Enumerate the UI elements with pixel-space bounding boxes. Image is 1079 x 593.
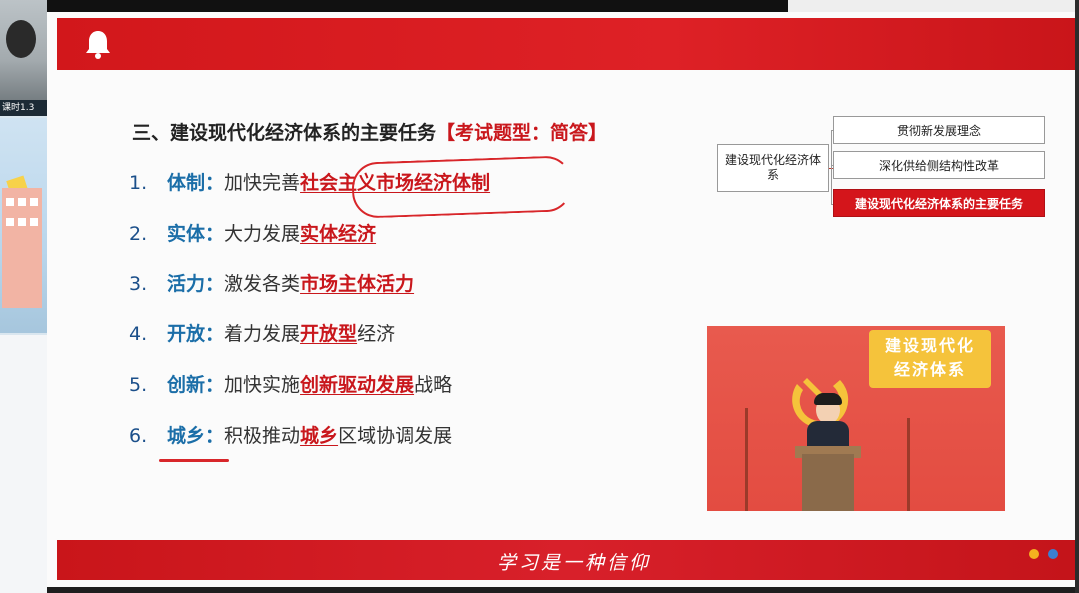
item-text: 加快完善 — [224, 172, 301, 194]
side-panel: 课时1.3 — [0, 0, 47, 593]
illustration-image: 建设现代化 经济体系 — [707, 326, 1005, 511]
presenter-silhouette — [6, 20, 36, 58]
item-text: 积极推动 — [224, 425, 301, 447]
annotation-underline — [159, 459, 229, 462]
item-number: 6. — [129, 425, 148, 447]
podium — [802, 454, 854, 511]
item-keyword: 城乡 — [167, 425, 206, 447]
mindmap-node-active: 建设现代化经济体系的主要任务 — [833, 189, 1045, 217]
window-shape — [6, 218, 14, 226]
speaker-hair — [814, 393, 842, 405]
item-suffix: 区域协调发展 — [338, 425, 453, 447]
heading-text: 三、建设现代化经济体系的主要任务 — [132, 122, 437, 144]
footer-logo — [1026, 549, 1061, 559]
slide-heading: 三、建设现代化经济体系的主要任务【考试题型：简答】 — [132, 118, 607, 145]
flag-pole — [745, 408, 748, 511]
item-number: 2. — [129, 223, 148, 245]
item-separator: ： — [205, 273, 225, 295]
illustration-caption: 建设现代化 经济体系 — [869, 330, 991, 388]
footer-slogan: 学习是一种信仰 — [497, 552, 652, 574]
webcam-caption: 课时1.3 — [0, 100, 47, 116]
item-text: 激发各类 — [224, 273, 301, 295]
item-number: 3. — [129, 273, 148, 295]
building-shape — [2, 188, 42, 308]
item-separator: ： — [205, 223, 225, 245]
item-separator: ： — [205, 172, 225, 194]
caption-line: 经济体系 — [893, 360, 966, 379]
item-suffix: 经济 — [357, 323, 396, 345]
presentation-slide: 三、建设现代化经济体系的主要任务【考试题型：简答】 1. 体制：加快完善社会主义市… — [47, 12, 1075, 587]
item-keyword: 活力 — [167, 273, 206, 295]
window-shape — [18, 218, 26, 226]
list-item: 6. 城乡：积极推动城乡区域协调发展 — [129, 422, 452, 450]
logo-icon — [1029, 549, 1040, 559]
item-highlight: 开放型 — [300, 323, 358, 345]
item-highlight: 城乡 — [300, 425, 339, 447]
mindmap-root: 建设现代化经济体系 — [717, 144, 829, 192]
top-right-frame — [788, 0, 1079, 12]
side-illustration — [0, 118, 47, 333]
item-separator: ： — [205, 425, 225, 447]
list-item: 2. 实体：大力发展实体经济 — [129, 220, 376, 248]
item-text: 着力发展 — [224, 323, 301, 345]
mindmap-node: 贯彻新发展理念 — [833, 116, 1045, 144]
window-shape — [18, 198, 26, 206]
webcam-video — [0, 0, 47, 110]
right-frame — [1075, 0, 1079, 593]
flag-pole — [907, 418, 910, 511]
list-item: 3. 活力：激发各类市场主体活力 — [129, 270, 414, 298]
item-separator: ： — [205, 374, 225, 396]
item-number: 1. — [129, 172, 148, 194]
item-highlight: 实体经济 — [300, 223, 377, 245]
window-shape — [6, 198, 14, 206]
window-shape — [30, 218, 38, 226]
item-highlight: 创新驱动发展 — [300, 374, 415, 396]
annotation-circle — [351, 155, 573, 219]
list-item: 4. 开放：着力发展开放型经济 — [129, 320, 395, 348]
item-keyword: 创新 — [167, 374, 206, 396]
side-blank — [0, 335, 47, 593]
slide-footer-bar: 学习是一种信仰 — [57, 540, 1075, 580]
list-item: 5. 创新：加快实施创新驱动发展战略 — [129, 371, 452, 399]
item-number: 4. — [129, 323, 148, 345]
bell-icon — [86, 31, 110, 59]
mindmap-node: 深化供给侧结构性改革 — [833, 151, 1045, 179]
item-keyword: 开放 — [167, 323, 206, 345]
item-highlight: 市场主体活力 — [300, 273, 415, 295]
caption-line: 建设现代化 — [884, 336, 975, 355]
item-separator: ： — [205, 323, 225, 345]
mindmap-connector — [831, 130, 832, 205]
item-text: 加快实施 — [224, 374, 301, 396]
item-keyword: 体制 — [167, 172, 206, 194]
logo-icon — [1048, 549, 1058, 559]
item-number: 5. — [129, 374, 148, 396]
slide-header-bar — [57, 18, 1075, 70]
item-text: 大力发展 — [224, 223, 301, 245]
item-keyword: 实体 — [167, 223, 206, 245]
window-shape — [30, 198, 38, 206]
item-suffix: 战略 — [414, 374, 453, 396]
heading-tag: 【考试题型：简答】 — [436, 122, 608, 144]
